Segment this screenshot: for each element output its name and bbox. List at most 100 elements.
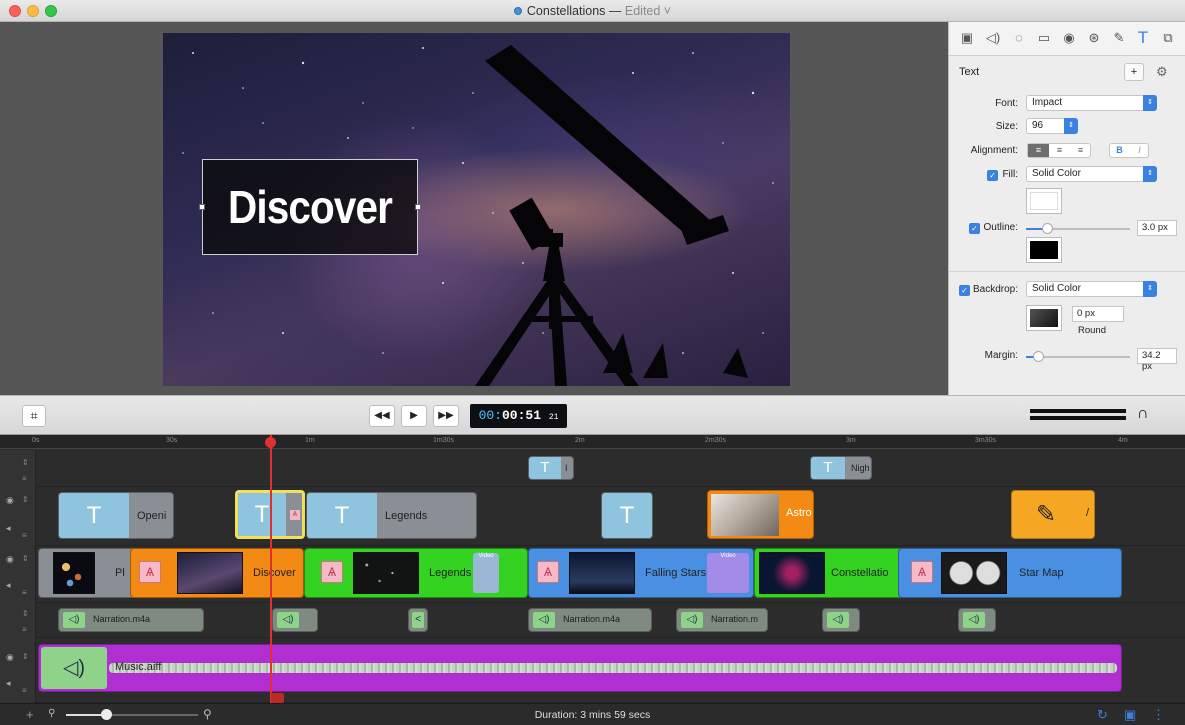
gear-icon[interactable]: ⚙ [1156, 64, 1168, 80]
margin-value-field[interactable]: 34.2 px [1137, 348, 1177, 372]
video-clip[interactable]: Ѧ Legends Video [304, 548, 528, 598]
corner-radius-field[interactable]: 0 px [1072, 306, 1124, 322]
playhead-bottom-marker[interactable] [271, 693, 284, 703]
playhead-knob[interactable] [265, 437, 276, 448]
outline-color-swatch[interactable] [1026, 237, 1062, 263]
transition-icon[interactable]: Ѧ [537, 561, 559, 583]
title-clip[interactable]: T Nigh [810, 456, 872, 480]
visibility-eye-icon[interactable]: ◉ [6, 554, 14, 565]
outline-slider[interactable] [1026, 223, 1130, 234]
transition-icon[interactable]: Ѧ [139, 561, 161, 583]
text-icon[interactable]: T [1135, 29, 1151, 46]
outline-slider-knob[interactable] [1041, 223, 1053, 234]
audio-clip[interactable]: ◁) [822, 608, 860, 632]
title-clip[interactable]: T Openi [58, 492, 174, 539]
track-drag-icon[interactable]: ≡ [22, 474, 27, 483]
track-reorder-icon[interactable]: ⇕ [22, 652, 29, 661]
margin-slider[interactable] [1026, 351, 1130, 362]
inspector-toolbar: ▣ ◁) ◌ ▭ ◉ ⊛ ✎ T ⧉ [949, 22, 1185, 56]
fast-forward-button[interactable]: ▶▶ [433, 405, 459, 427]
transition-icon[interactable]: Ѧ [321, 561, 343, 583]
annotation-clip[interactable]: ✎ / [1011, 490, 1095, 539]
crop-icon[interactable]: ⌗ [22, 405, 46, 427]
fill-select[interactable]: Solid Color ⇕ [1026, 166, 1157, 182]
image-clip[interactable]: Astro [707, 490, 814, 539]
backdrop-color-swatch[interactable] [1026, 305, 1062, 331]
track-drag-icon[interactable]: ≡ [22, 625, 27, 634]
edited-status[interactable]: Edited [625, 4, 660, 18]
italic-button[interactable]: I [1130, 144, 1149, 157]
rewind-button[interactable]: ◀◀ [369, 405, 395, 427]
video-clip[interactable]: Constellatio [754, 548, 904, 598]
timeline: 0s 30s 1m 1m30s 2m 2m30s 3m 3m30s 4m ⇕ ≡… [0, 435, 1185, 703]
loop-icon[interactable]: ↻ [1097, 707, 1108, 723]
align-center-button[interactable]: ≡ [1049, 144, 1070, 157]
resize-handle-left[interactable] [199, 204, 205, 210]
align-left-button[interactable]: ≡ [1028, 144, 1049, 157]
visibility-eye-icon[interactable]: ◉ [6, 652, 14, 663]
title-overlay-text[interactable]: Discover [216, 180, 404, 234]
audio-clip[interactable]: ◁) [272, 608, 318, 632]
title-clip[interactable]: TI [528, 456, 574, 480]
track-audio-icon[interactable]: ◂ [6, 678, 11, 689]
text-icon: T [811, 457, 845, 479]
audio-clip[interactable]: < [408, 608, 428, 632]
media-library-icon[interactable]: ▣ [1124, 707, 1136, 723]
track-drag-icon[interactable]: ≡ [22, 686, 27, 695]
size-select[interactable]: 96 ⇕ [1026, 118, 1078, 134]
backdrop-select[interactable]: Solid Color ⇕ [1026, 281, 1157, 297]
music-clip[interactable]: ◁) Music.aiff [38, 644, 1122, 692]
speaker-icon: ◁) [827, 612, 849, 628]
font-select[interactable]: Impact ⇕ [1026, 95, 1157, 111]
track-drag-icon[interactable]: ≡ [22, 531, 27, 540]
effects-icon[interactable]: ⊛ [1086, 30, 1102, 46]
track-reorder-icon[interactable]: ⇕ [22, 458, 29, 467]
title-overlay-box[interactable]: Discover [199, 159, 421, 255]
waveform-icon[interactable]: ⋮ [1152, 707, 1165, 723]
audio-clip[interactable]: ◁) [958, 608, 996, 632]
audio-clip[interactable]: ◁) Narration.m [676, 608, 768, 632]
backdrop-checkbox[interactable]: ✓ [959, 285, 970, 296]
video-clip[interactable]: Ѧ Discover [130, 548, 304, 598]
title-clip[interactable]: T Legends [306, 492, 477, 539]
clip-label: Music.aiff [115, 661, 162, 673]
track-reorder-icon[interactable]: ⇕ [22, 554, 29, 563]
audio-clip[interactable]: ◁) Narration.m4a [528, 608, 652, 632]
layers-icon[interactable]: ⧉ [1160, 30, 1176, 46]
track-drag-icon[interactable]: ≡ [22, 588, 27, 597]
annotate-icon[interactable]: ✎ [1111, 30, 1127, 46]
transition-icon[interactable]: Ѧ [911, 561, 933, 583]
align-right-button[interactable]: ≡ [1070, 144, 1091, 157]
media-icon[interactable]: ▣ [959, 30, 975, 46]
video-clip[interactable]: Ѧ Falling Stars Video [528, 548, 754, 598]
track-audio-icon[interactable]: ◂ [6, 523, 11, 534]
play-button[interactable]: ▶ [401, 405, 427, 427]
fill-color-swatch[interactable] [1026, 188, 1062, 214]
visibility-eye-icon[interactable]: ◉ [6, 495, 14, 506]
video-clip[interactable]: Ѧ Star Map [898, 548, 1122, 598]
clip-label: Constellatio [831, 567, 889, 579]
bold-button[interactable]: B [1110, 144, 1129, 157]
title-chevron-icon[interactable]: ˅ [660, 4, 671, 18]
headphones-icon[interactable]: ∩ [1137, 405, 1149, 423]
resize-handle-right[interactable] [415, 204, 421, 210]
preview-canvas[interactable]: Discover [163, 33, 790, 386]
track-reorder-icon[interactable]: ⇕ [22, 495, 29, 504]
fill-checkbox[interactable]: ✓ [987, 170, 998, 181]
title-clip[interactable]: T [601, 492, 653, 539]
time-ruler[interactable]: 0s 30s 1m 1m30s 2m 2m30s 3m 3m30s 4m [0, 435, 1185, 449]
cursor-icon[interactable]: ◉ [1061, 30, 1077, 46]
speed-icon[interactable]: ◌ [1011, 30, 1027, 46]
playhead[interactable] [270, 435, 272, 703]
audio-clip[interactable]: ◁) Narration.m4a [58, 608, 204, 632]
track-header-1: ⇕ ≡ [0, 450, 36, 487]
outline-checkbox[interactable]: ✓ [969, 223, 980, 234]
audio-icon[interactable]: ◁) [985, 30, 1001, 46]
add-text-button[interactable]: + [1124, 63, 1144, 81]
screen-icon[interactable]: ▭ [1036, 30, 1052, 46]
margin-slider-knob[interactable] [1033, 351, 1045, 362]
outline-value-field[interactable]: 3.0 px [1137, 220, 1177, 236]
track-reorder-icon[interactable]: ⇕ [22, 609, 29, 618]
track-audio-icon[interactable]: ◂ [6, 580, 11, 591]
backdrop-value: Solid Color [1032, 283, 1081, 294]
